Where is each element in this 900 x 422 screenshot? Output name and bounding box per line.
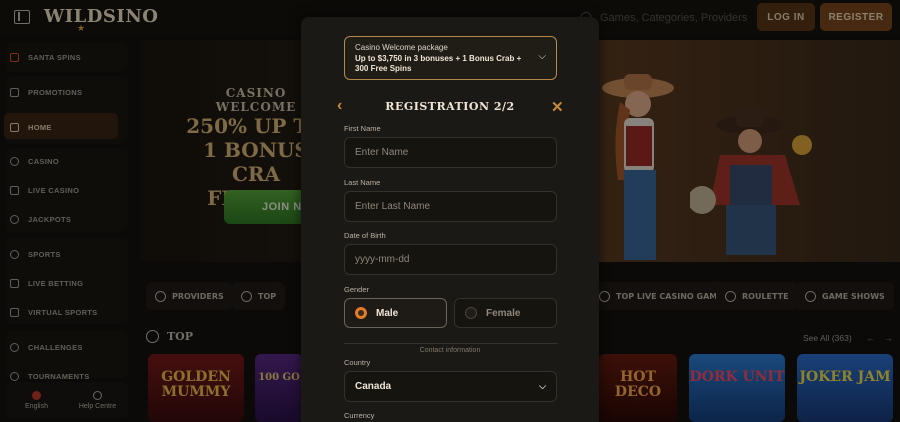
contact-divider-label: Contact information: [413, 347, 487, 354]
last-name-label: Last Name: [344, 178, 381, 187]
gender-female-radio[interactable]: Female: [454, 298, 557, 328]
page: WILDSINO ★ Games, Categories, Providers …: [0, 0, 900, 422]
radio-unselected-icon: [465, 307, 477, 319]
gender-label: Gender: [344, 285, 370, 294]
country-value: Canada: [355, 381, 392, 392]
promo-title: Casino Welcome package: [355, 43, 448, 52]
dob-label: Date of Birth: [344, 231, 386, 240]
first-name-field[interactable]: Enter Name: [344, 137, 557, 168]
first-name-label: First Name: [344, 124, 381, 133]
last-name-field[interactable]: Enter Last Name: [344, 191, 557, 222]
radio-selected-icon: [355, 307, 367, 319]
chevron-down-icon: ⌵: [538, 51, 546, 62]
promo-text: Up to $3,750 in 3 bonuses + 1 Bonus Crab…: [355, 54, 522, 73]
welcome-package-dropdown[interactable]: Casino Welcome package Up to $3,750 in 3…: [344, 36, 557, 80]
country-select[interactable]: Canada ⌵: [344, 371, 557, 402]
country-label: Country: [344, 358, 371, 367]
registration-modal: Casino Welcome package Up to $3,750 in 3…: [301, 17, 599, 422]
dob-field[interactable]: yyyy-mm-dd: [344, 244, 557, 275]
last-name-placeholder: Enter Last Name: [355, 201, 431, 212]
chevron-down-icon: ⌵: [539, 381, 546, 391]
close-icon[interactable]: ✕: [551, 98, 564, 116]
contact-divider: Contact information: [301, 339, 599, 357]
currency-label: Currency: [344, 411, 375, 420]
dob-placeholder: yyyy-mm-dd: [355, 254, 410, 265]
gender-male-radio[interactable]: Male: [344, 298, 447, 328]
first-name-placeholder: Enter Name: [355, 147, 409, 158]
